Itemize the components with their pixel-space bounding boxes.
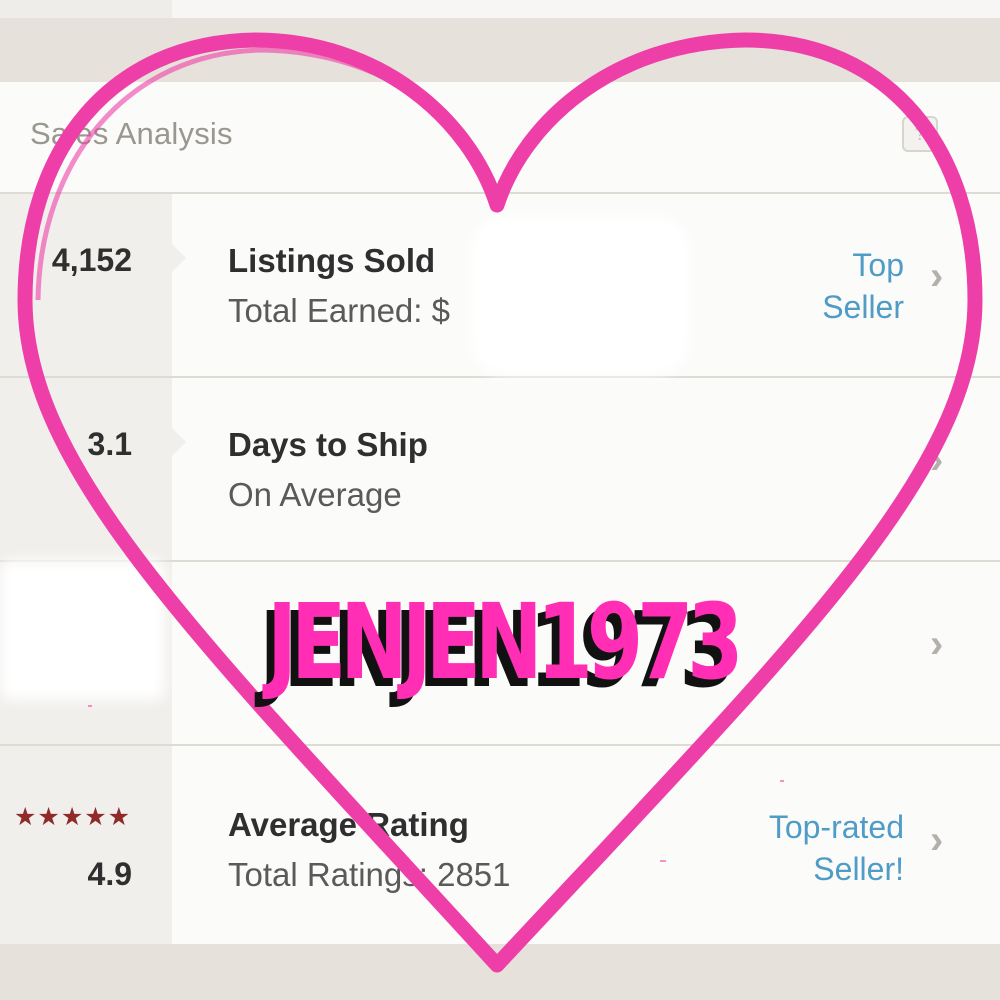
speck xyxy=(780,780,784,782)
heart-outline-icon xyxy=(17,32,983,973)
speck xyxy=(660,860,666,862)
speck xyxy=(88,705,92,707)
watermark-text: JENJEN1973 xyxy=(267,581,744,703)
